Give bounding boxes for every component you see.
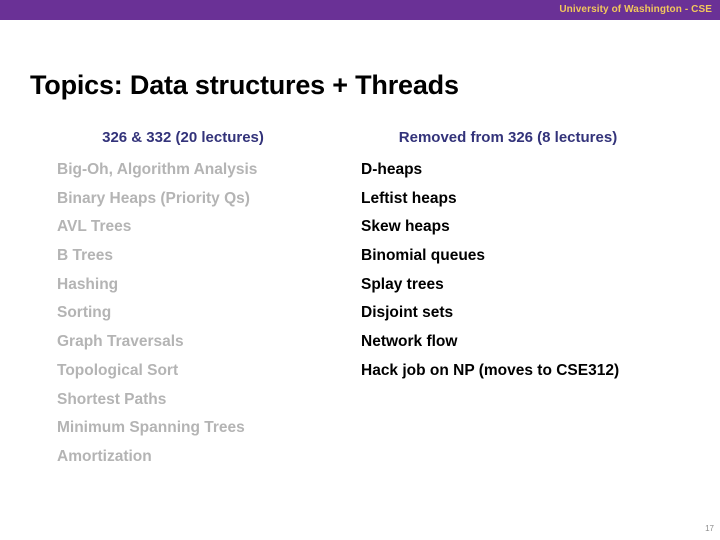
list-item: Minimum Spanning Trees (57, 419, 245, 437)
column-right-heading: Removed from 326 (8 lectures) (398, 129, 618, 146)
institution-label: University of Washington - CSE (559, 4, 712, 15)
list-item: D-heaps (361, 161, 423, 178)
column-removed-topics: Removed from 326 (8 lectures) D-heaps Le… (352, 128, 682, 386)
list-item: B Trees (57, 247, 114, 265)
list-item: Network flow (361, 333, 458, 351)
list-item: Graph Traversals (57, 333, 184, 351)
page-number: 17 (705, 524, 714, 533)
top-banner: University of Washington - CSE (0, 0, 720, 20)
list-item: Skew heaps (361, 218, 450, 236)
list-item: Topological Sort (57, 361, 179, 379)
list-item: Disjoint sets (361, 304, 454, 322)
slide-title: Topics: Data structures + Threads (30, 70, 459, 101)
column-left-list: Big-Oh, Algorithm Analysis Binary Heaps … (22, 156, 338, 472)
list-item: AVL Trees (57, 218, 132, 236)
list-item: Shortest Paths (57, 390, 167, 408)
list-item: Hashing (57, 275, 119, 293)
slide-content: 326 & 332 (20 lectures) Big-Oh, Algorith… (0, 128, 720, 498)
column-current-topics: 326 & 332 (20 lectures) Big-Oh, Algorith… (22, 128, 338, 472)
column-right-list: D-heaps Leftist heaps Skew heaps Binomia… (352, 156, 682, 386)
list-item: Splay trees (361, 275, 444, 293)
list-item: Hack job on NP (moves to CSE312) (361, 361, 620, 379)
list-item: Amortization (57, 447, 152, 465)
column-left-heading: 326 & 332 (20 lectures) (102, 129, 264, 146)
list-item: Binomial queues (361, 247, 486, 265)
list-item: Big-Oh, Algorithm Analysis (57, 161, 258, 178)
list-item: Sorting (57, 304, 112, 322)
list-item: Leftist heaps (361, 189, 457, 207)
list-item: Binary Heaps (Priority Qs) (57, 189, 250, 207)
